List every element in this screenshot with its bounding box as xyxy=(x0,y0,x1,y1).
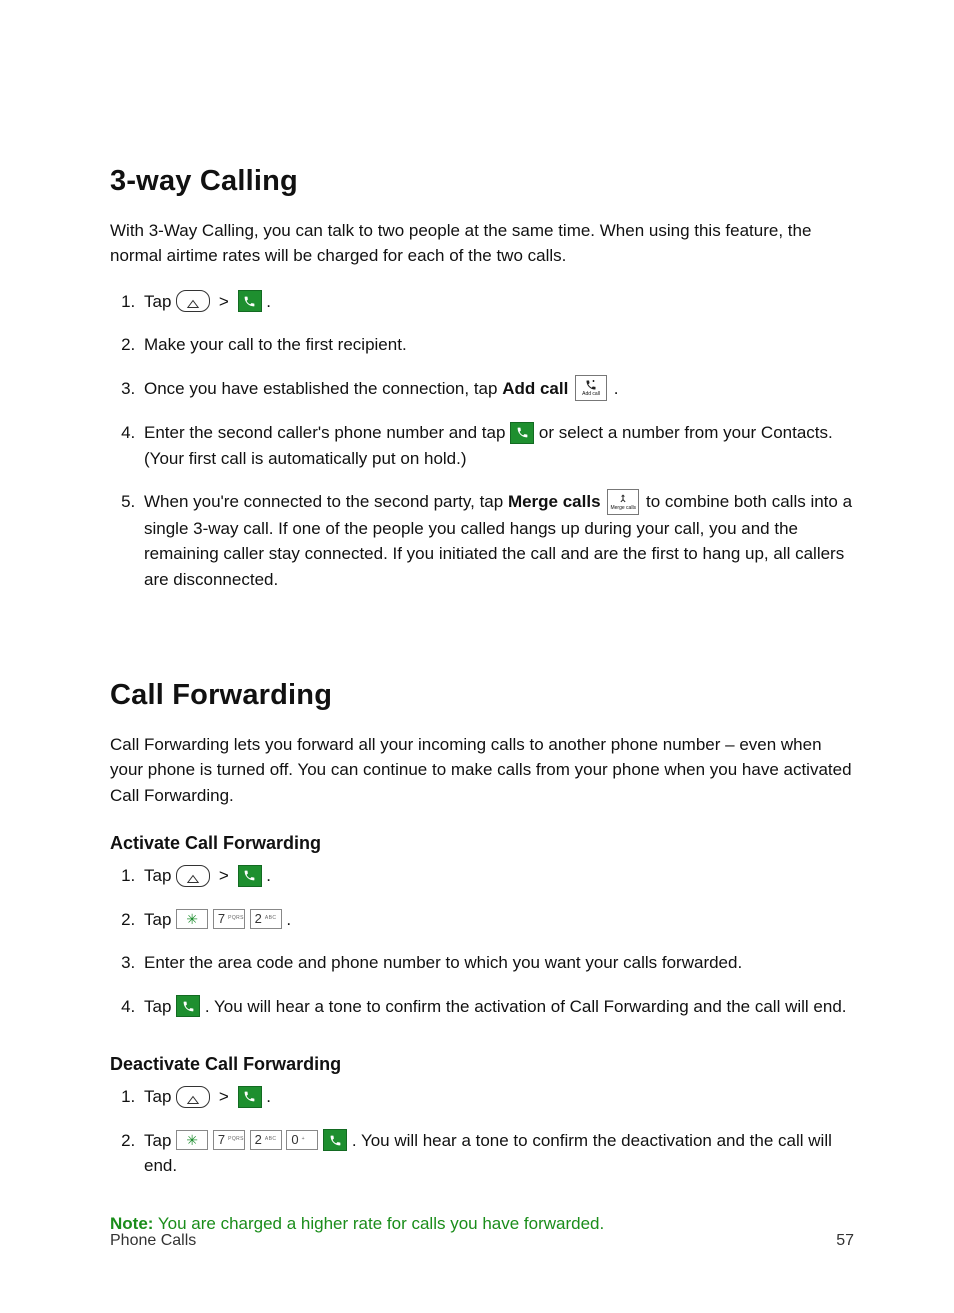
step-text-end: . You will hear a tone to confirm the ac… xyxy=(205,997,847,1016)
phone-dial-icon xyxy=(323,1129,347,1151)
step-text: Enter the second caller's phone number a… xyxy=(144,423,510,442)
step-2: Make your call to the first recipient. xyxy=(140,332,854,358)
step-text: Tap xyxy=(144,1087,176,1106)
dialpad-2-icon: 2 ABC xyxy=(250,1130,282,1150)
step-text-end: . xyxy=(266,292,271,311)
deactivate-step-1: Tap > . xyxy=(140,1084,854,1110)
home-key-icon xyxy=(176,290,210,312)
intro-3way: With 3-Way Calling, you can talk to two … xyxy=(110,218,854,269)
step-text-end: . xyxy=(286,910,291,929)
step-text-end: . xyxy=(266,1087,271,1106)
activate-step-4: Tap . You will hear a tone to confirm th… xyxy=(140,994,854,1020)
add-call-icon-label: Add call xyxy=(582,392,600,397)
page: 3-way Calling With 3-Way Calling, you ca… xyxy=(0,0,954,1313)
key-num: 0 xyxy=(291,1130,298,1150)
phone-dial-icon xyxy=(510,422,534,444)
step-text: Tap xyxy=(144,866,176,885)
separator-gt: > xyxy=(219,1087,229,1106)
step-text: Once you have established the connection… xyxy=(144,379,502,398)
key-num: 7 xyxy=(218,1130,225,1150)
page-footer: Phone Calls 57 xyxy=(110,1229,854,1253)
phone-app-icon xyxy=(238,290,262,312)
heading-3way-calling: 3-way Calling xyxy=(110,160,854,204)
step-4: Enter the second caller's phone number a… xyxy=(140,420,854,471)
home-key-icon xyxy=(176,1086,210,1108)
key-sub: PQRS xyxy=(228,1136,244,1144)
merge-calls-icon-label: Merge calls xyxy=(610,506,636,511)
key-sub: PQRS xyxy=(228,915,244,923)
subheading-deactivate: Deactivate Call Forwarding xyxy=(110,1051,854,1078)
activate-step-1: Tap > . xyxy=(140,863,854,889)
intro-call-forwarding: Call Forwarding lets you forward all you… xyxy=(110,732,854,809)
separator-gt: > xyxy=(219,866,229,885)
step-text: Tap xyxy=(144,910,176,929)
step-3: Once you have established the connection… xyxy=(140,376,854,403)
activate-step-2: Tap ✳ 7 PQRS 2 ABC . xyxy=(140,907,854,933)
home-key-icon xyxy=(176,865,210,887)
step-text: Tap xyxy=(144,1131,176,1150)
key-sub: ABC xyxy=(265,1136,276,1144)
key-num: 2 xyxy=(255,909,262,929)
activate-step-3: Enter the area code and phone number to … xyxy=(140,950,854,976)
key-num: 2 xyxy=(255,1130,262,1150)
phone-dial-icon xyxy=(176,995,200,1017)
key-sub: + xyxy=(302,1136,305,1144)
dialpad-7-icon: 7 PQRS xyxy=(213,1130,245,1150)
key-sub: ABC xyxy=(265,915,276,923)
step-1: Tap > . xyxy=(140,289,854,315)
star-glyph: ✳ xyxy=(186,909,198,930)
footer-page-number: 57 xyxy=(836,1229,854,1253)
step-text: Tap xyxy=(144,292,176,311)
separator-gt: > xyxy=(219,292,229,311)
merge-calls-icon: Merge calls xyxy=(607,489,639,515)
key-num: 7 xyxy=(218,909,225,929)
footer-section-name: Phone Calls xyxy=(110,1229,196,1253)
dialpad-star-icon: ✳ xyxy=(176,1130,208,1150)
steps-deactivate: Tap > . Tap ✳ 7 PQRS 2 ABC xyxy=(110,1084,854,1179)
step-text: Tap xyxy=(144,997,176,1016)
dialpad-2-icon: 2 ABC xyxy=(250,909,282,929)
step-text-end: . xyxy=(266,866,271,885)
add-call-label: Add call xyxy=(502,379,568,398)
dialpad-star-icon: ✳ xyxy=(176,909,208,929)
add-call-icon: Add call xyxy=(575,375,607,401)
merge-calls-label: Merge calls xyxy=(508,492,601,511)
step-text: When you're connected to the second part… xyxy=(144,492,508,511)
dialpad-0-icon: 0 + xyxy=(286,1130,318,1150)
phone-app-icon xyxy=(238,865,262,887)
step-5: When you're connected to the second part… xyxy=(140,489,854,592)
star-glyph: ✳ xyxy=(186,1130,198,1151)
phone-app-icon xyxy=(238,1086,262,1108)
step-text-end: . xyxy=(614,379,619,398)
deactivate-step-2: Tap ✳ 7 PQRS 2 ABC 0 + . You will hear a… xyxy=(140,1128,854,1179)
step-text-end: . You will hear a tone to confirm the de… xyxy=(144,1131,832,1176)
dialpad-7-icon: 7 PQRS xyxy=(213,909,245,929)
subheading-activate: Activate Call Forwarding xyxy=(110,830,854,857)
heading-call-forwarding: Call Forwarding xyxy=(110,674,854,718)
steps-3way: Tap > . Make your call to the first reci… xyxy=(110,289,854,593)
steps-activate: Tap > . Tap ✳ 7 PQRS 2 ABC . xyxy=(110,863,854,1019)
